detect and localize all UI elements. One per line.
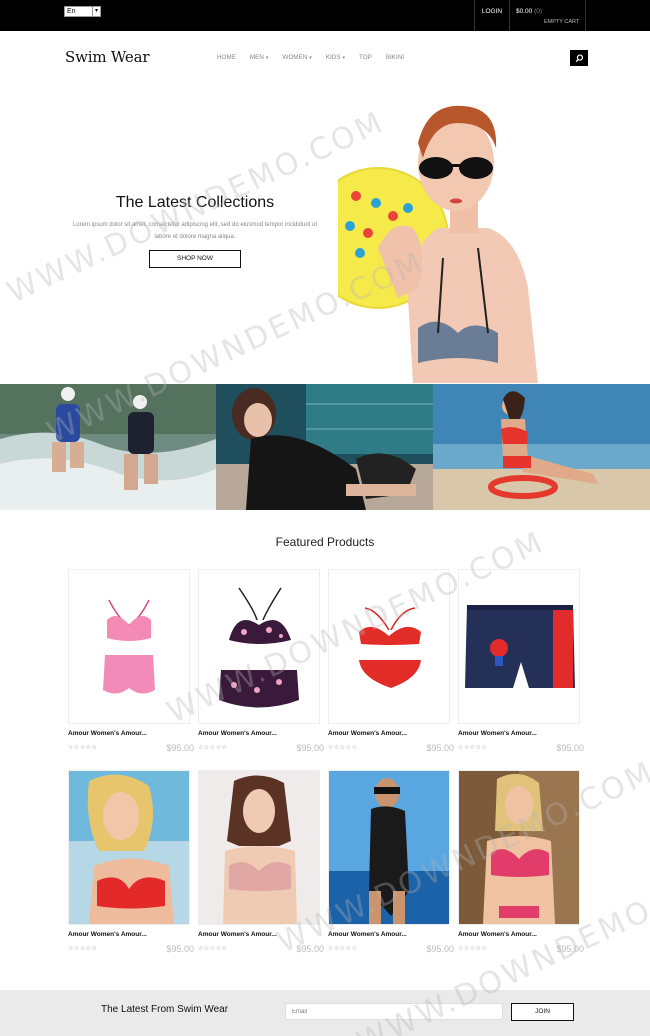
join-button[interactable]: JOIN (511, 1003, 574, 1021)
product-image[interactable] (198, 569, 320, 724)
language-value: En (67, 8, 76, 15)
product-image[interactable] (458, 770, 580, 925)
chevron-down-icon: ▾ (342, 54, 345, 61)
rating-stars: ☆☆☆☆☆ (198, 745, 228, 751)
product-price: $95.00 (296, 743, 324, 753)
cart-count: (0) (534, 8, 543, 15)
product-image[interactable] (68, 770, 190, 925)
nav-men[interactable]: MEN ▾ (250, 54, 269, 61)
chevron-down-icon: ▾ (309, 54, 312, 61)
hero-image (338, 98, 543, 383)
nav-top-label: TOP (359, 54, 372, 61)
product-name[interactable]: Amour Women's Amour... (328, 931, 407, 938)
nav-kids[interactable]: KIDS ▾ (326, 54, 345, 61)
email-field[interactable] (285, 1003, 503, 1020)
site-logo[interactable]: Swim Wear (65, 48, 149, 66)
main-nav: HOME MEN ▾ WOMEN ▾ KIDS ▾ TOP BIKINI (217, 54, 418, 61)
hero-title: The Latest Collections (115, 194, 275, 211)
shop-now-button[interactable]: SHOP NOW (149, 250, 241, 268)
search-button[interactable] (570, 50, 588, 66)
product-card[interactable]: Amour Women's Amour... ☆☆☆☆☆ $95.00 (68, 770, 194, 954)
product-card[interactable]: Amour Women's Amour... ☆☆☆☆☆ $95.00 (198, 770, 324, 954)
banner-men[interactable] (0, 384, 216, 510)
product-card[interactable]: Amour Women's Amour... ☆☆☆☆☆ $95.00 (458, 770, 584, 954)
rating-stars: ☆☆☆☆☆ (68, 745, 98, 751)
nav-top[interactable]: TOP (359, 54, 372, 61)
product-name[interactable]: Amour Women's Amour... (198, 931, 277, 938)
product-image[interactable] (328, 569, 450, 724)
rating-stars: ☆☆☆☆☆ (198, 946, 228, 952)
product-name[interactable]: Amour Women's Amour... (68, 730, 147, 737)
rating-stars: ☆☆☆☆☆ (68, 946, 98, 952)
nav-bikini-label: BIKINI (385, 54, 405, 61)
hero-text: Lorem ipsum dolor sit amet, consectetur … (72, 222, 318, 240)
cart-status: EMPTY CART (544, 19, 580, 25)
product-card[interactable]: Amour Women's Amour... ☆☆☆☆☆ $95.00 (198, 569, 324, 753)
newsletter-bar: The Latest From Swim Wear JOIN (0, 990, 650, 1036)
product-price: $95.00 (426, 743, 454, 753)
product-image[interactable] (198, 770, 320, 925)
top-bar: En ▾ LOGIN $0.00 (0) EMPTY CART (0, 0, 650, 31)
nav-kids-label: KIDS (325, 54, 341, 61)
login-link[interactable]: LOGIN (474, 0, 510, 31)
product-name[interactable]: Amour Women's Amour... (458, 730, 537, 737)
product-card[interactable]: Amour Women's Amour... ☆☆☆☆☆ $95.00 (458, 569, 584, 753)
product-image[interactable] (68, 569, 190, 724)
product-price: $95.00 (426, 944, 454, 954)
featured-title: Featured Products (275, 535, 375, 549)
cart-total: $0.00 (516, 8, 533, 15)
nav-bikini[interactable]: BIKINI (386, 54, 404, 61)
product-name[interactable]: Amour Women's Amour... (458, 931, 537, 938)
cart-link[interactable]: $0.00 (0) EMPTY CART (510, 0, 586, 31)
product-image[interactable] (328, 770, 450, 925)
rating-stars: ☆☆☆☆☆ (458, 946, 488, 952)
banner-women[interactable] (216, 384, 433, 510)
product-price: $95.00 (166, 743, 194, 753)
product-price: $95.00 (166, 944, 194, 954)
banner-kids[interactable] (433, 384, 650, 510)
product-name[interactable]: Amour Women's Amour... (68, 931, 147, 938)
product-price: $95.00 (556, 944, 584, 954)
chevron-down-icon: ▾ (265, 54, 269, 61)
chevron-down-icon: ▾ (92, 7, 100, 16)
nav-home-label: HOME (217, 54, 236, 61)
product-name[interactable]: Amour Women's Amour... (198, 730, 277, 737)
product-image[interactable] (458, 569, 580, 724)
product-price: $95.00 (556, 743, 584, 753)
nav-men-label: MEN (249, 54, 264, 61)
nav-women[interactable]: WOMEN ▾ (282, 54, 311, 61)
nav-women-label: WOMEN (282, 54, 308, 61)
rating-stars: ☆☆☆☆☆ (328, 745, 358, 751)
product-card[interactable]: Amour Women's Amour... ☆☆☆☆☆ $95.00 (328, 569, 454, 753)
product-card[interactable]: Amour Women's Amour... ☆☆☆☆☆ $95.00 (68, 569, 194, 753)
search-icon (575, 53, 583, 62)
product-name[interactable]: Amour Women's Amour... (328, 730, 407, 737)
language-select[interactable]: En ▾ (64, 6, 101, 17)
nav-home[interactable]: HOME (217, 54, 236, 61)
rating-stars: ☆☆☆☆☆ (328, 946, 358, 952)
rating-stars: ☆☆☆☆☆ (458, 745, 488, 751)
product-price: $95.00 (296, 944, 324, 954)
newsletter-title: The Latest From Swim Wear (101, 1004, 229, 1015)
product-card[interactable]: Amour Women's Amour... ☆☆☆☆☆ $95.00 (328, 770, 454, 954)
